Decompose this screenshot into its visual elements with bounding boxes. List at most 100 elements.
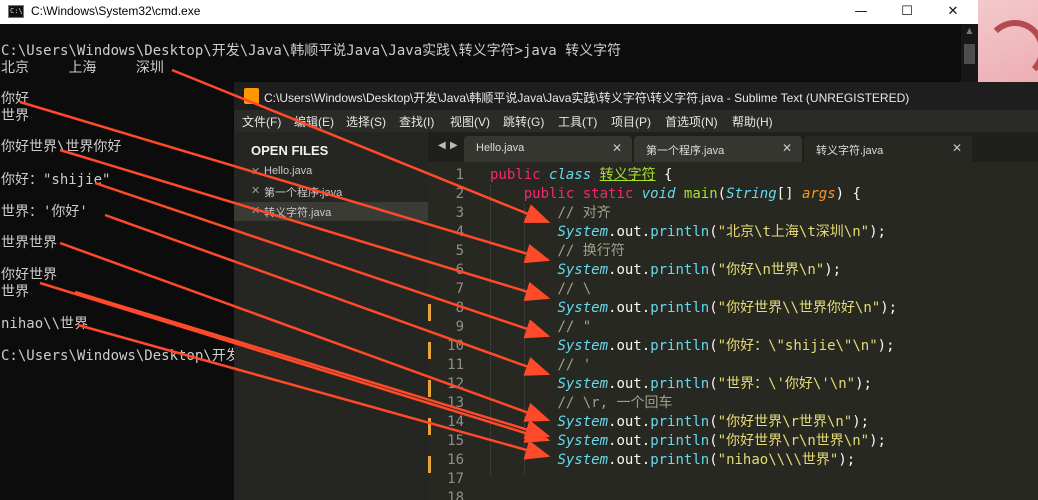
close-icon[interactable]: ✕ — [782, 141, 792, 155]
line-number: 4 — [455, 224, 464, 240]
code-token: ( — [709, 224, 718, 240]
line-number: 7 — [455, 281, 464, 297]
close-icon[interactable]: ✕ — [251, 184, 260, 197]
tab-scroll-left-icon[interactable]: ◀ — [438, 140, 446, 151]
code-token: ); — [824, 262, 842, 278]
line-number: 14 — [447, 414, 464, 430]
code-token: . — [641, 262, 651, 278]
close-icon[interactable]: ✕ — [251, 204, 260, 217]
line-number: 5 — [455, 243, 464, 259]
tab-bar: ◀ ▶ Hello.java ✕ 第一个程序.java ✕ 转义字符.java … — [428, 132, 1038, 162]
code-print-statement: System.out.println("你好世界\r世界\n"); — [490, 413, 869, 432]
string-literal: "nihao\\\\世界" — [717, 452, 839, 468]
menu-selection[interactable]: 选择(S) — [346, 113, 386, 130]
line-number: 8 — [455, 300, 464, 316]
tab-first-program[interactable]: 第一个程序.java ✕ — [634, 136, 802, 162]
cmd-icon: C:\ — [8, 5, 24, 18]
line-number: 16 — [447, 452, 464, 468]
line-number: 2 — [455, 186, 464, 202]
code-token: ( — [709, 414, 718, 430]
scrollbar-thumb[interactable] — [964, 44, 975, 64]
string-literal: "你好\n世界\n" — [717, 262, 825, 278]
menu-file[interactable]: 文件(F) — [242, 113, 281, 130]
code-token: . — [641, 414, 651, 430]
line-number: 13 — [447, 395, 464, 411]
line-number: 15 — [447, 433, 464, 449]
minimize-button[interactable]: — — [838, 0, 884, 24]
sublime-titlebar[interactable]: C:\Users\Windows\Desktop\开发\Java\韩顺平说Jav… — [234, 82, 1038, 110]
code-line: public class 转义字符 { — [490, 166, 672, 185]
code-token: ); — [869, 433, 886, 449]
cmd-output-line: 世界 — [1, 284, 29, 300]
punct: ) { — [835, 186, 861, 202]
sidebar-file-label: 转义字符.java — [264, 207, 332, 219]
modified-line-marker — [428, 456, 431, 473]
code-token: println — [650, 300, 710, 316]
maximize-button[interactable]: ☐ — [884, 0, 930, 24]
close-icon[interactable]: ✕ — [952, 141, 962, 155]
code-token: ); — [880, 300, 898, 316]
menu-project[interactable]: 项目(P) — [611, 113, 651, 130]
code-comment: // ' — [490, 356, 591, 375]
code-token: System — [557, 262, 609, 278]
sidebar-file-label: 第一个程序.java — [264, 187, 343, 199]
code-token: println — [650, 414, 710, 430]
code-token: System — [557, 300, 609, 316]
menu-view[interactable]: 视图(V) — [450, 113, 490, 130]
line-number: 1 — [455, 167, 464, 183]
code-token: out — [616, 338, 642, 354]
code-token: System — [557, 452, 609, 468]
scroll-up-arrow-icon[interactable]: ▲ — [961, 26, 978, 40]
code-token: ( — [709, 300, 718, 316]
close-icon[interactable]: ✕ — [612, 141, 622, 155]
menu-help[interactable]: 帮助(H) — [732, 113, 773, 130]
return-type: void — [641, 186, 676, 202]
tab-hello-java[interactable]: Hello.java ✕ — [464, 136, 632, 162]
comment-text: // ' — [557, 357, 592, 373]
string-literal: "世界：\'你好\'\n" — [717, 376, 856, 392]
code-comment: // \r, 一个回车 — [490, 394, 672, 413]
code-token: . — [641, 224, 651, 240]
line-number: 10 — [447, 338, 464, 354]
cmd-output-line: 你好 — [1, 91, 29, 107]
menu-find[interactable]: 查找(I) — [399, 113, 434, 130]
class-name: 转义字符 — [599, 167, 656, 183]
code-token: println — [650, 376, 710, 392]
code-print-statement: System.out.println("你好\n世界\n"); — [490, 261, 841, 280]
line-number: 17 — [447, 471, 464, 487]
sublime-window[interactable]: C:\Users\Windows\Desktop\开发\Java\韩顺平说Jav… — [234, 82, 1038, 500]
menu-preferences[interactable]: 首选项(N) — [665, 113, 718, 130]
sidebar-file-first-program[interactable]: ✕ 第一个程序.java — [234, 182, 428, 201]
line-number: 6 — [455, 262, 464, 278]
keyword: public — [490, 167, 541, 183]
code-token: . — [641, 452, 651, 468]
menu-tools[interactable]: 工具(T) — [558, 113, 597, 130]
param-type: String — [726, 186, 777, 202]
close-button[interactable]: ✕ — [930, 0, 976, 24]
cmd-output-line: 你好："shijie" — [1, 172, 111, 188]
tab-escape-chars[interactable]: 转义字符.java ✕ — [804, 136, 972, 162]
punct: ( — [717, 186, 727, 202]
sidebar-file-hello[interactable]: ✕ Hello.java — [234, 163, 428, 182]
menu-edit[interactable]: 编辑(E) — [294, 113, 334, 130]
cmd-titlebar[interactable]: C:\ C:\Windows\System32\cmd.exe — ☐ ✕ — [0, 0, 978, 24]
menu-goto[interactable]: 跳转(G) — [503, 113, 544, 130]
comment-text: // 对齐 — [557, 205, 611, 221]
cmd-output-line: 世界 — [1, 108, 29, 124]
string-literal: "你好世界\\世界你好\n" — [717, 300, 881, 316]
line-number: 9 — [455, 319, 464, 335]
sidebar-file-escape-chars[interactable]: ✕ 转义字符.java — [234, 202, 428, 221]
code-token: ); — [869, 224, 886, 240]
code-token: ); — [877, 338, 895, 354]
code-token: . — [641, 433, 651, 449]
code-token: System — [557, 414, 609, 430]
code-token: out — [616, 262, 642, 278]
string-literal: "你好世界\r\n世界\n" — [717, 433, 870, 449]
close-icon[interactable]: ✕ — [251, 165, 260, 178]
cmd-output-line: nihao\\世界 — [1, 316, 89, 332]
line-number: 18 — [447, 490, 464, 500]
comment-text: // 换行符 — [557, 243, 625, 259]
code-token: ( — [709, 433, 718, 449]
code-editor[interactable]: 1 2 3 4 5 6 7 8 9 10 11 12 13 14 15 16 1… — [428, 162, 1038, 500]
tab-scroll-right-icon[interactable]: ▶ — [450, 140, 458, 151]
